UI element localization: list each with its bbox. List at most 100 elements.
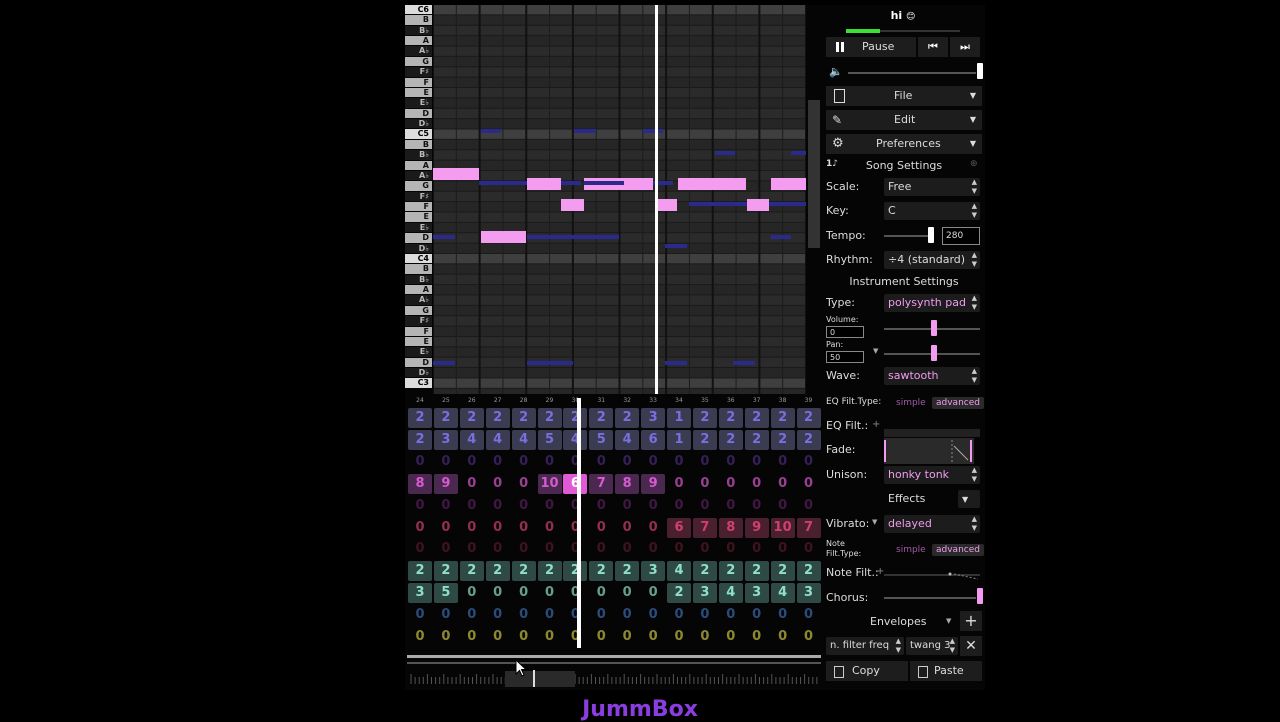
piano-key[interactable]: A [405, 160, 432, 170]
next-bar-button[interactable]: ⏭ [950, 37, 980, 57]
pattern-note[interactable] [714, 178, 746, 190]
piano-key[interactable]: B♭ [405, 274, 432, 285]
pattern-cell[interactable]: 2 [744, 429, 769, 450]
pattern-cell[interactable]: 3 [641, 561, 666, 582]
pattern-cell[interactable]: 0 [563, 627, 587, 647]
piano-key[interactable]: E♭ [405, 347, 432, 357]
pattern-cell[interactable]: 0 [512, 496, 536, 516]
pattern-cell[interactable]: 0 [512, 474, 536, 494]
pattern-cell[interactable]: 7 [692, 517, 717, 538]
piano-keyboard[interactable]: C6 B B♭ A A♭ G F♯ F E E♭ D D♭ C5 B B♭ A A♭ G F♯ F E E♭ D D♭ C4 B B… [405, 5, 432, 394]
pattern-cell[interactable]: 3 [744, 583, 769, 604]
pattern-cell[interactable]: 2 [744, 561, 769, 582]
tempo-slider[interactable] [884, 235, 934, 237]
envelope-curve-select[interactable]: twang 3 ▲ ▼ [906, 637, 958, 655]
piano-key[interactable]: F♯ [405, 67, 432, 77]
pattern-cell[interactable]: 0 [563, 452, 587, 472]
chorus-slider[interactable] [884, 597, 976, 599]
pattern-cell[interactable]: 0 [719, 474, 743, 494]
piano-key[interactable]: D [405, 108, 432, 119]
pattern-cell[interactable]: 0 [538, 605, 562, 625]
pattern-cell[interactable]: 4 [667, 561, 691, 582]
key-select[interactable]: C ▲ ▼ [884, 202, 980, 220]
piano-key[interactable]: G [405, 305, 432, 316]
pattern-cell[interactable]: 0 [460, 539, 484, 559]
tempo-input[interactable]: 280 [942, 227, 980, 245]
pause-button[interactable]: Pause [826, 37, 916, 57]
pattern-cell[interactable]: 5 [433, 583, 458, 604]
pattern-cell[interactable]: 0 [434, 452, 458, 472]
pattern-cell[interactable]: 0 [589, 539, 613, 559]
pattern-cell[interactable]: 9 [744, 517, 769, 538]
piano-key[interactable]: A♭ [405, 170, 432, 181]
pattern-cell[interactable]: 0 [667, 474, 691, 494]
pattern-cell[interactable]: 0 [460, 496, 484, 516]
pattern-cell[interactable]: 0 [486, 539, 510, 559]
pattern-cell[interactable]: 9 [641, 473, 666, 494]
pattern-cell[interactable]: 0 [719, 605, 743, 625]
piano-key[interactable]: A♭ [405, 295, 432, 305]
piano-key[interactable]: C4 [405, 253, 432, 264]
pattern-cell[interactable]: 3 [433, 429, 458, 450]
pattern-note[interactable] [655, 199, 677, 211]
pattern-cell[interactable]: 0 [563, 605, 587, 625]
pattern-note[interactable] [527, 178, 561, 190]
pattern-cell[interactable]: 0 [460, 627, 484, 647]
pattern-cell[interactable]: 0 [538, 583, 562, 603]
pattern-cell[interactable]: 10 [770, 517, 795, 538]
piano-key[interactable]: C3 [405, 378, 432, 388]
pattern-cell[interactable]: 0 [563, 518, 587, 538]
pattern-cell[interactable]: 8 [615, 473, 640, 494]
piano-key[interactable]: B [405, 264, 432, 274]
main-volume-slider[interactable] [848, 72, 976, 74]
envelope-target-select[interactable]: n. filter freq ▲ ▼ [826, 637, 904, 655]
pattern-cell[interactable]: 2 [796, 561, 821, 582]
pattern-note[interactable] [621, 178, 653, 190]
preferences-menu[interactable]: ⚙ Preferences ▼ [826, 134, 982, 154]
pattern-cell[interactable]: 0 [797, 496, 821, 516]
piano-key[interactable]: F♯ [405, 191, 432, 202]
pattern-cell[interactable]: 2 [615, 408, 640, 428]
pattern-cell[interactable]: 0 [563, 539, 587, 559]
chorus-knob[interactable] [977, 588, 983, 604]
pattern-cell[interactable]: 0 [408, 605, 432, 625]
eq-add-icon[interactable]: + [872, 419, 880, 430]
pattern-cell[interactable]: 0 [771, 474, 795, 494]
pattern-cell[interactable]: 0 [589, 518, 613, 538]
pattern-cell[interactable]: 3 [692, 583, 717, 604]
pattern-cell[interactable]: 0 [434, 605, 458, 625]
note-simple-tab[interactable]: simple [892, 544, 930, 556]
pattern-cell[interactable]: 0 [486, 496, 510, 516]
pattern-cell[interactable]: 0 [434, 518, 458, 538]
pattern-cell[interactable]: 2 [692, 561, 717, 582]
pattern-cell[interactable]: 2 [692, 408, 717, 428]
piano-key[interactable]: F [405, 202, 432, 212]
pattern-cell[interactable]: 0 [434, 539, 458, 559]
pattern-cell[interactable]: 0 [771, 605, 795, 625]
pattern-cell[interactable]: 0 [408, 518, 432, 538]
pattern-cell[interactable]: 4 [563, 429, 588, 450]
pattern-cell[interactable]: 0 [434, 496, 458, 516]
pattern-cell[interactable]: 0 [771, 539, 795, 559]
pattern-note[interactable] [561, 199, 584, 211]
pattern-cell[interactable]: 0 [512, 518, 536, 538]
pattern-cell[interactable]: 1 [667, 429, 691, 450]
octave-scrollbar[interactable] [808, 100, 820, 248]
pattern-cell[interactable]: 2 [667, 583, 691, 604]
piano-key[interactable]: E [405, 212, 432, 222]
file-menu[interactable]: File ▼ [826, 86, 982, 106]
pattern-cell[interactable]: 0 [719, 496, 743, 516]
piano-key[interactable]: D [405, 233, 432, 243]
pattern-note[interactable] [771, 178, 806, 190]
eq-advanced-tab[interactable]: advanced [932, 397, 984, 409]
add-envelope-button[interactable]: + [960, 611, 982, 631]
pattern-cell[interactable]: 0 [563, 583, 587, 603]
eq-simple-tab[interactable]: simple [892, 397, 930, 409]
fade-envelope-graph[interactable] [884, 438, 974, 464]
pattern-cell[interactable]: 4 [511, 429, 536, 450]
pattern-cell[interactable]: 0 [538, 452, 562, 472]
pattern-cell[interactable]: 2 [459, 561, 484, 582]
pattern-cell[interactable]: 0 [641, 452, 665, 472]
pattern-cell[interactable]: 4 [485, 429, 510, 450]
vibrato-select[interactable]: delayed ▲ ▼ [884, 515, 980, 533]
